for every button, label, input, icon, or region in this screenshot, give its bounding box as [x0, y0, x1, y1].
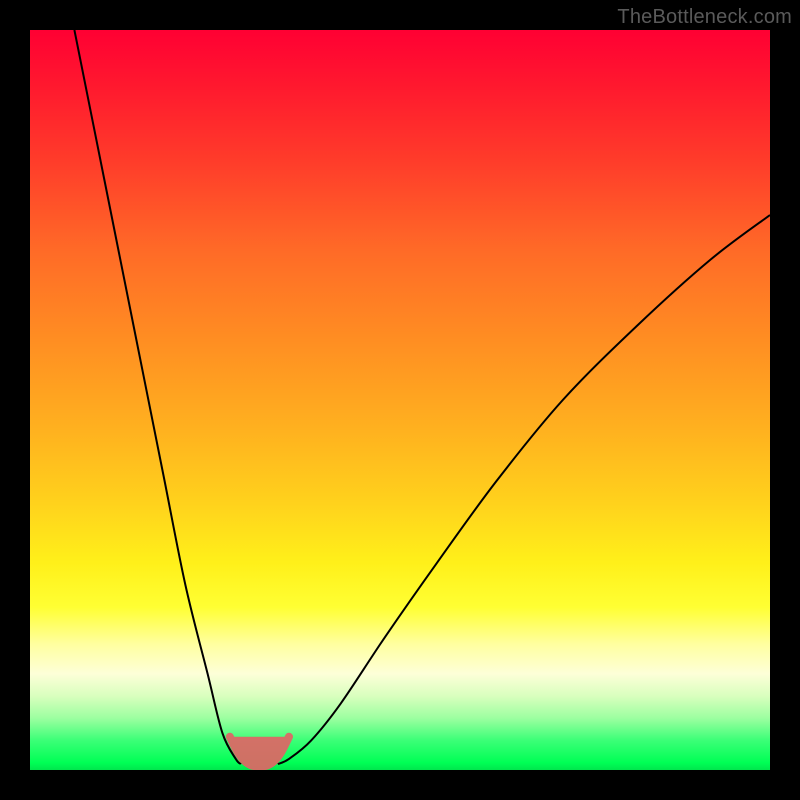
left-curve-path	[74, 30, 241, 764]
right-curve-path	[278, 215, 770, 764]
plot-area	[30, 30, 770, 770]
curve-svg	[30, 30, 770, 770]
watermark-text: TheBottleneck.com	[617, 6, 792, 29]
chart-frame: TheBottleneck.com	[0, 0, 800, 800]
